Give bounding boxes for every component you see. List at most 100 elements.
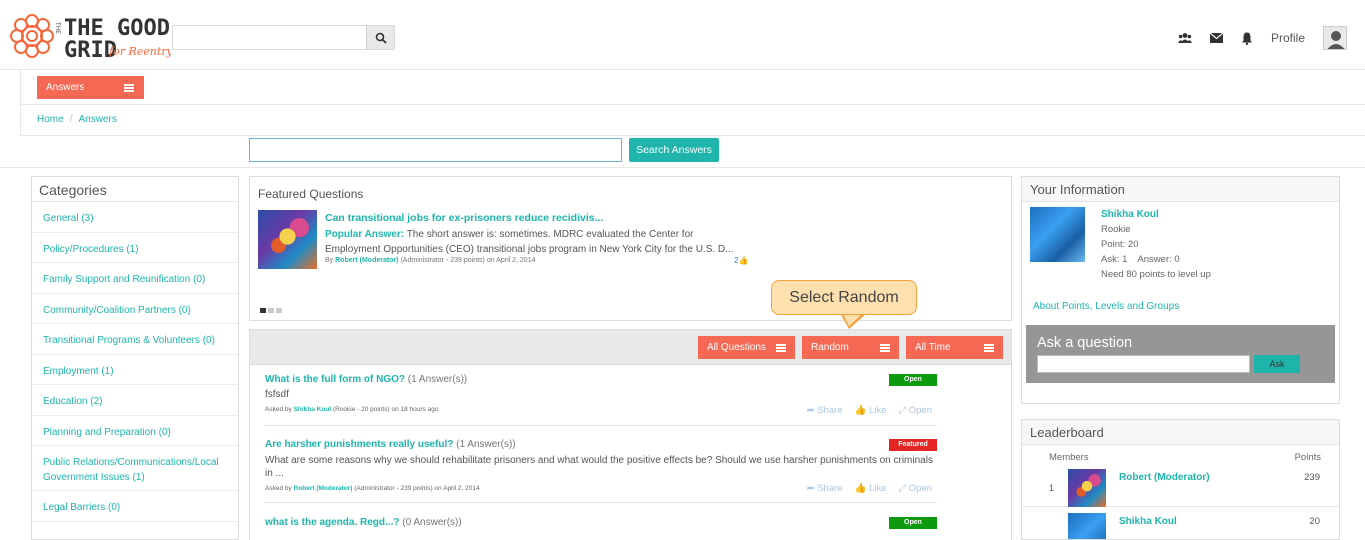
site-logo[interactable]: THE THE GOOD GRID for Reentry — [6, 8, 174, 64]
status-badge: Open — [889, 517, 937, 529]
mail-icon[interactable] — [1209, 33, 1223, 43]
answers-menu-label: Answers — [46, 82, 85, 93]
question-link[interactable]: what is the agenda. Regd...? — [265, 517, 399, 528]
category-item[interactable]: Transitional Programs & Volunteers (0) — [32, 324, 238, 355]
breadcrumb-answers[interactable]: Answers — [78, 114, 116, 125]
header-search-input[interactable] — [172, 25, 395, 50]
points-column-header: Points — [1294, 452, 1321, 463]
leaderboard-member-link[interactable]: Shikha Koul — [1119, 516, 1177, 527]
ask-button[interactable]: Ask — [1254, 355, 1300, 373]
logo-graphic: THE THE GOOD GRID for Reentry — [10, 14, 174, 63]
breadcrumb-home[interactable]: Home — [37, 114, 64, 125]
asker-link[interactable]: Robert (Moderator) — [294, 485, 353, 492]
leaderboard-title: Leaderboard — [1022, 420, 1339, 445]
asked-prefix: Asked by — [265, 406, 292, 413]
answer-count: (1 Answer(s)) — [407, 374, 468, 385]
answers-search-input[interactable] — [249, 138, 622, 162]
header-actions: Profile — [1177, 24, 1347, 52]
asked-prefix: Asked by — [265, 485, 292, 492]
search-answers-button[interactable]: Search Answers — [629, 138, 719, 162]
share-button[interactable]: ➦ Share — [807, 483, 843, 494]
featured-author-link[interactable]: Robert (Moderator) — [335, 257, 398, 264]
share-button[interactable]: ➦ Share — [807, 405, 843, 416]
category-item[interactable]: Legal Barriers (0) — [32, 491, 238, 522]
like-button[interactable]: 👍 Like — [855, 405, 887, 416]
question-title-row: what is the agenda. Regd...? (0 Answer(s… — [265, 517, 462, 528]
categories-title: Categories — [32, 177, 238, 202]
all-questions-filter[interactable]: All Questions — [698, 336, 795, 359]
bell-icon[interactable] — [1241, 32, 1253, 45]
thumbs-up-icon: 👍 — [738, 256, 749, 265]
open-button[interactable]: ⤢ Open — [899, 405, 933, 416]
featured-answer: Popular Answer: The short answer is: som… — [325, 227, 745, 257]
header-search-button[interactable] — [366, 26, 394, 49]
category-item[interactable]: Education (2) — [32, 385, 238, 416]
thumbs-up-icon: 👍 — [854, 483, 867, 494]
category-item[interactable]: Planning and Preparation (0) — [32, 416, 238, 446]
answer-count: (1 Answer(s)) — [456, 439, 516, 450]
category-link[interactable]: Public Relations/Communications/Local Go… — [43, 457, 219, 483]
category-link[interactable]: Family Support and Reunification (0) — [43, 274, 205, 285]
profile-points: Point: 20 — [1101, 239, 1139, 250]
featured-thumbnail[interactable] — [258, 210, 317, 269]
answers-menu-button[interactable]: Answers — [37, 76, 144, 99]
leaderboard-points: 239 — [1304, 472, 1320, 483]
members-column-header: Members — [1049, 452, 1089, 463]
category-link[interactable]: Planning and Preparation (0) — [43, 427, 171, 438]
featured-question-link[interactable]: Can transitional jobs for ex-prisoners r… — [325, 212, 603, 224]
category-item[interactable]: Public Relations/Communications/Local Go… — [32, 446, 238, 491]
menu-icon — [984, 344, 994, 352]
like-button[interactable]: 👍 Like — [855, 483, 887, 494]
category-item[interactable]: Community/Coalition Partners (0) — [32, 294, 238, 324]
category-item[interactable]: Policy/Procedures (1) — [32, 233, 238, 263]
breadcrumb-separator: / — [69, 114, 73, 125]
carousel-dot[interactable] — [260, 308, 266, 313]
question-link[interactable]: What is the full form of NGO? — [265, 374, 405, 385]
level-up-message: Need 80 points to level up — [1101, 269, 1211, 280]
answers-search-bar: Search Answers — [0, 136, 1365, 168]
questions-list: What is the full form of NGO? (1 Answer(… — [249, 365, 1012, 540]
share-icon: ➦ — [806, 405, 815, 416]
featured-title: Featured Questions — [258, 187, 364, 201]
search-icon — [375, 32, 387, 44]
about-points-link[interactable]: About Points, Levels and Groups — [1033, 301, 1179, 312]
category-link[interactable]: Policy/Procedures (1) — [43, 244, 139, 255]
asker-link[interactable]: Shikha Koul — [294, 406, 332, 413]
question-link[interactable]: Are harsher punishments really useful? — [265, 439, 453, 450]
leaderboard-points: 20 — [1309, 516, 1320, 527]
leaderboard-member-link[interactable]: Robert (Moderator) — [1119, 472, 1210, 483]
question-title-row: What is the full form of NGO? (1 Answer(… — [265, 374, 467, 385]
top-header: THE THE GOOD GRID for Reentry Profile — [0, 0, 1365, 70]
category-link[interactable]: Employment (1) — [43, 366, 114, 377]
profile-image[interactable] — [1030, 207, 1085, 262]
profile-link[interactable]: Profile — [1271, 31, 1305, 45]
groups-icon[interactable] — [1177, 32, 1192, 44]
time-filter[interactable]: All Time — [906, 336, 1003, 359]
question-item: What is the full form of NGO? (1 Answer(… — [265, 374, 937, 426]
leaderboard-avatar[interactable] — [1068, 513, 1106, 539]
asker-meta: (Administrator - 239 points) on April 2,… — [354, 485, 480, 492]
section-menu-bar: Answers — [20, 70, 1365, 105]
category-link[interactable]: Education (2) — [43, 396, 102, 407]
category-item[interactable]: Family Support and Reunification (0) — [32, 263, 238, 294]
category-item[interactable]: Employment (1) — [32, 355, 238, 385]
share-label: Share — [817, 483, 843, 494]
byline-prefix: By — [325, 257, 334, 264]
featured-like-count[interactable]: 2👍 — [734, 256, 748, 265]
open-button[interactable]: ⤢ Open — [899, 483, 933, 494]
ask-question-input[interactable] — [1037, 355, 1250, 373]
order-filter-random[interactable]: Random — [802, 336, 899, 359]
category-link[interactable]: Community/Coalition Partners (0) — [43, 305, 191, 316]
category-link[interactable]: Legal Barriers (0) — [43, 502, 120, 513]
ask-question-title: Ask a question — [1037, 335, 1133, 351]
profile-name-link[interactable]: Shikha Koul — [1101, 209, 1159, 220]
carousel-dot[interactable] — [276, 308, 282, 313]
category-link[interactable]: Transitional Programs & Volunteers (0) — [43, 335, 215, 346]
category-link[interactable]: General (3) — [43, 213, 94, 224]
carousel-dot[interactable] — [268, 308, 274, 313]
leaderboard-avatar[interactable] — [1068, 469, 1106, 507]
category-item[interactable]: General (3) — [32, 202, 238, 233]
user-avatar[interactable] — [1323, 26, 1347, 50]
status-badge: Open — [889, 374, 937, 386]
question-title-row: Are harsher punishments really useful? (… — [265, 439, 516, 450]
